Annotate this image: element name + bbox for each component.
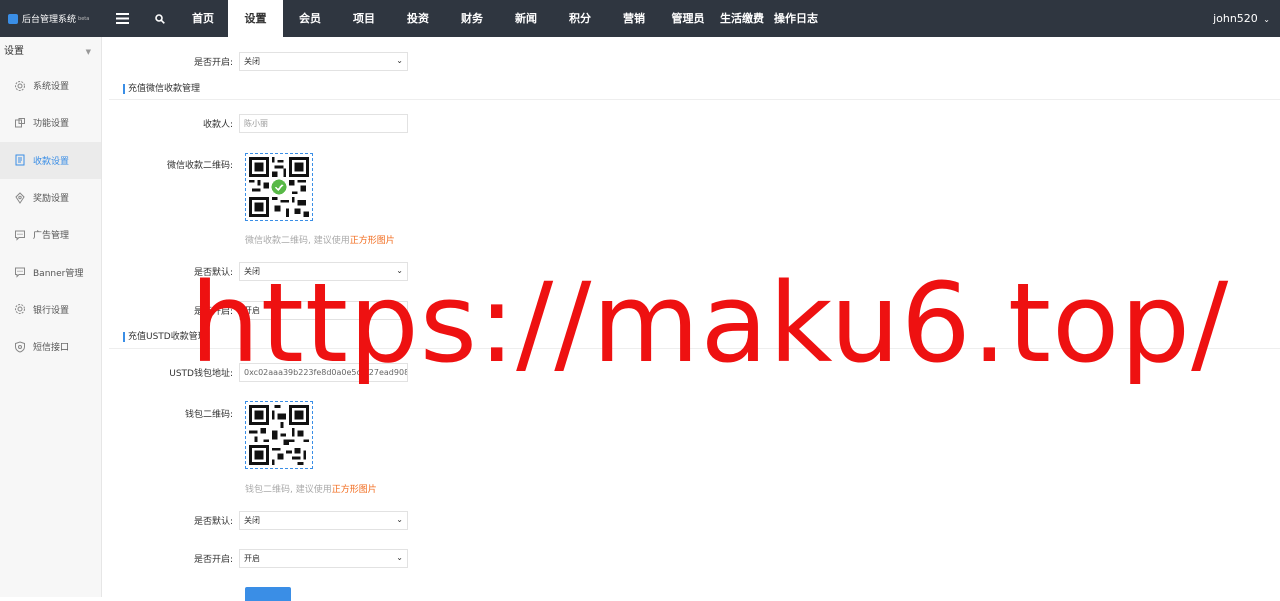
app-title: 后台管理系统 <box>22 15 77 25</box>
sidebar-item-label: 银行设置 <box>33 305 70 316</box>
menu-toggle-button[interactable] <box>102 0 142 37</box>
hint-highlight: 正方形图片 <box>331 485 377 495</box>
sidebar-item-label: 短信接口 <box>33 343 70 354</box>
sidebar-item-function-settings[interactable]: 功能设置 <box>0 104 101 141</box>
main-nav: 首页 设置 会员 项目 投资 财务 新闻 积分 营销 管理员 生活缴费 操作日志 <box>178 0 823 37</box>
username: john520 <box>1213 12 1258 25</box>
nav-home[interactable]: 首页 <box>178 0 228 37</box>
sidebar-header-label: 设置 <box>4 46 24 57</box>
nav-projects[interactable]: 项目 <box>337 0 391 37</box>
sidebar-item-label: 系统设置 <box>33 82 70 93</box>
document-icon <box>15 154 25 166</box>
hint-highlight: 正方形图片 <box>349 236 395 246</box>
sidebar-item-label: 奖励设置 <box>33 194 70 205</box>
form-row-usdt-enable: 是否开启: 开启 ⌄ <box>109 549 408 568</box>
sidebar-item-sms-interface[interactable]: 短信接口 <box>0 328 101 365</box>
form-row-top-enable: 是否开启: 关闭 ⌄ <box>109 52 408 71</box>
form-row-usdt-default: 是否默认: 关闭 ⌄ <box>109 511 408 530</box>
chevron-down-icon: ⌄ <box>396 553 403 562</box>
usdt-qr-code-image <box>249 405 309 465</box>
sidebar-item-system-settings[interactable]: 系统设置 <box>0 67 101 104</box>
wechat-qr-code-image <box>249 157 309 217</box>
form-label: 微信收款二维码: <box>166 161 233 171</box>
shield-icon <box>15 341 25 353</box>
sidebar-item-ad-management[interactable]: 广告管理 <box>0 216 101 253</box>
form-label: 收款人: <box>202 120 233 130</box>
form-label: 钱包二维码: <box>184 410 233 420</box>
wechat-section-title: 充值微信收款管理 <box>123 84 200 94</box>
sidebar-item-reward-settings[interactable]: 奖励设置 <box>0 179 101 216</box>
sidebar-item-banner-management[interactable]: Banner管理 <box>0 253 101 290</box>
nav-investment[interactable]: 投资 <box>391 0 445 37</box>
usdt-qr-upload[interactable] <box>245 401 313 469</box>
sidebar-header[interactable]: 设置 ▼ <box>0 37 101 67</box>
puzzle-icon <box>15 117 25 128</box>
hint-text: 微信收款二维码, 建议使用 <box>245 236 350 246</box>
hint-text: 钱包二维码, 建议使用 <box>245 485 332 495</box>
sidebar-item-bank-settings[interactable]: 银行设置 <box>0 291 101 328</box>
top-enable-select[interactable]: 关闭 ⌄ <box>239 52 408 71</box>
chevron-down-icon: ⌄ <box>396 515 403 524</box>
select-value: 关闭 <box>244 57 260 66</box>
sidebar-item-label: 收款设置 <box>33 156 70 167</box>
chevron-down-icon: ⌄ <box>1263 15 1270 24</box>
chat-icon <box>15 230 25 241</box>
search-button[interactable] <box>142 0 178 37</box>
form-label: 是否开启: <box>193 555 233 565</box>
gear-icon <box>15 304 25 315</box>
nav-settings[interactable]: 设置 <box>228 0 283 37</box>
nav-admins[interactable]: 管理员 <box>661 0 715 37</box>
caret-down-icon: ▼ <box>85 48 91 56</box>
submit-button[interactable] <box>245 587 291 601</box>
user-menu[interactable]: john520 ⌄ <box>1213 0 1270 37</box>
form-row-payee: 收款人: 陈小丽 <box>109 114 408 133</box>
nav-marketing[interactable]: 营销 <box>607 0 661 37</box>
payee-input[interactable]: 陈小丽 <box>239 114 408 133</box>
form-label: 是否默认: <box>193 517 233 527</box>
usdt-enable-select[interactable]: 开启 ⌄ <box>239 549 408 568</box>
nav-points[interactable]: 积分 <box>553 0 607 37</box>
select-value: 开启 <box>244 554 260 563</box>
usdt-default-select[interactable]: 关闭 ⌄ <box>239 511 408 530</box>
sidebar-item-label: Banner管理 <box>33 268 84 279</box>
nav-members[interactable]: 会员 <box>283 0 337 37</box>
nav-operation-log[interactable]: 操作日志 <box>769 0 823 37</box>
wechat-qr-hint: 微信收款二维码, 建议使用正方形图片 <box>245 233 395 246</box>
chat-icon <box>15 267 25 278</box>
sidebar-item-payment-settings[interactable]: 收款设置 <box>0 141 101 179</box>
usdt-qr-hint: 钱包二维码, 建议使用正方形图片 <box>245 482 377 495</box>
gear-icon <box>15 80 25 91</box>
divider <box>109 99 1280 100</box>
sidebar-item-label: 功能设置 <box>33 119 70 130</box>
top-navbar: 后台管理系统 beta 首页 设置 会员 项目 投资 财务 新闻 积分 营销 管… <box>0 0 1280 37</box>
chevron-down-icon: ⌄ <box>396 56 403 65</box>
beta-badge: beta <box>78 15 90 22</box>
nav-finance[interactable]: 财务 <box>445 0 499 37</box>
select-value: 关闭 <box>244 516 260 525</box>
watermark-overlay: https://maku6.top/ <box>190 259 1230 387</box>
search-icon <box>155 13 165 24</box>
nav-news[interactable]: 新闻 <box>499 0 553 37</box>
gift-icon <box>15 191 25 204</box>
wechat-qr-upload[interactable] <box>245 153 313 221</box>
hamburger-icon <box>115 13 129 24</box>
app-logo[interactable]: 后台管理系统 beta <box>0 0 102 37</box>
logo-icon <box>8 13 18 24</box>
nav-utility-payments[interactable]: 生活缴费 <box>715 0 769 37</box>
sidebar: 设置 ▼ 系统设置 功能设置 收款设置 奖励设置 广告管理 Banner管理 银… <box>0 37 102 597</box>
form-label: 是否开启: <box>193 58 233 68</box>
sidebar-item-label: 广告管理 <box>33 231 70 242</box>
